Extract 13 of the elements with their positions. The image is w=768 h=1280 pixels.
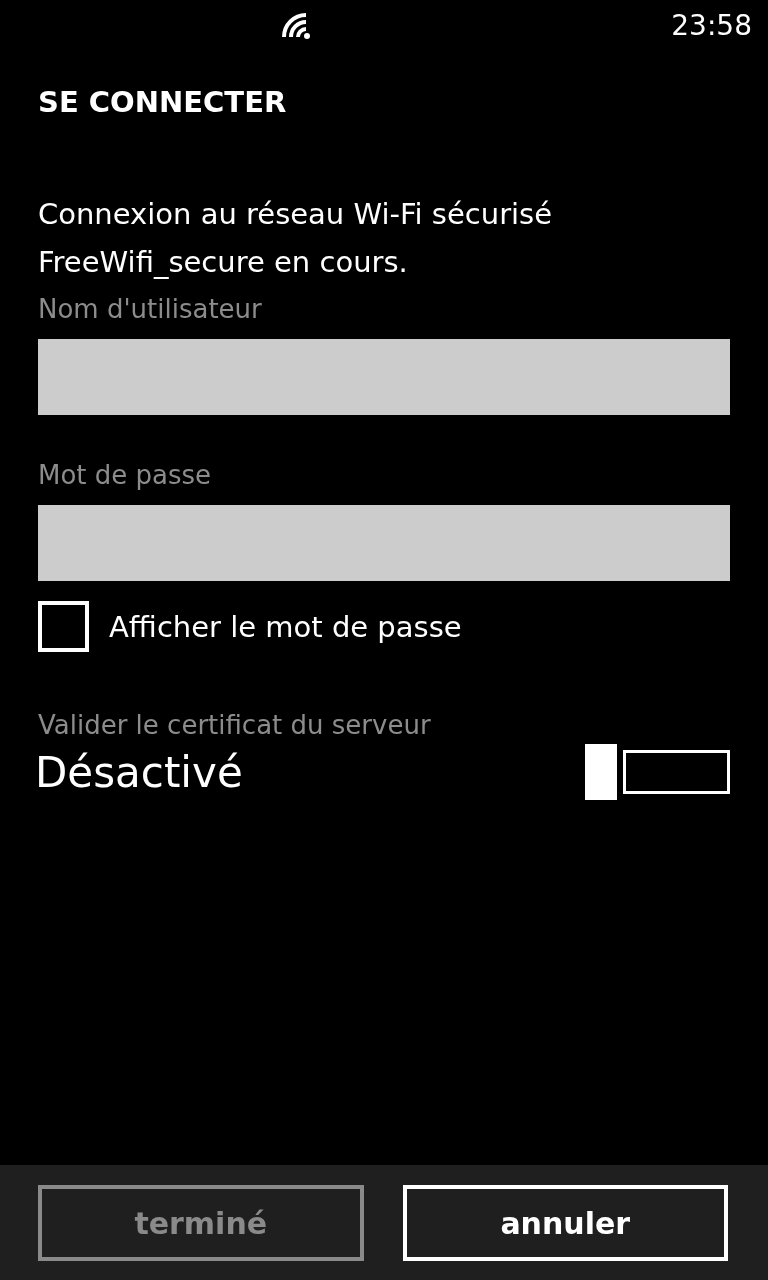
input-field[interactable] xyxy=(38,339,730,415)
page-title: SE CONNECTER xyxy=(38,84,288,121)
input-field[interactable] xyxy=(38,505,730,581)
field-label: Mot de passe xyxy=(38,459,213,492)
cancel-button[interactable]: annuler xyxy=(402,1185,728,1261)
toggle-switch[interactable] xyxy=(585,744,730,800)
field-label: Nom d'utilisateur xyxy=(38,293,263,326)
checkbox[interactable] xyxy=(38,601,89,652)
connection-message: Connexion au réseau Wi-Fi sécurisé FreeWifi_secure en cours. xyxy=(38,196,554,281)
setting-state: Désactivé xyxy=(35,747,243,797)
checkbox-label: Afficher le mot de passe xyxy=(109,609,462,644)
setting-label: Valider le certificat du serveur xyxy=(38,709,432,742)
status-time: 23:58 xyxy=(671,8,752,42)
